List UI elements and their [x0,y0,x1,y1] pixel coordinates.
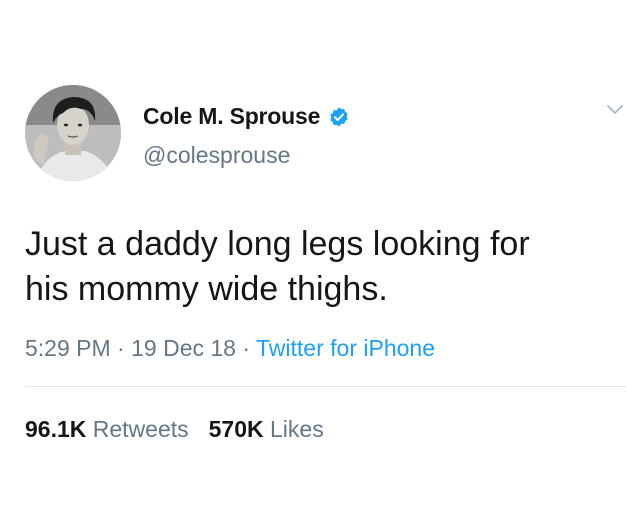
divider [25,386,627,387]
author-name-row[interactable]: Cole M. Sprouse [143,103,350,130]
tweet-source-link[interactable]: Twitter for iPhone [256,335,435,361]
tweet-text-line: Just a daddy long legs looking for [25,225,530,263]
retweets-count: 96.1K [25,416,87,442]
retweets-stat[interactable]: 96.1K Retweets [25,416,189,443]
avatar[interactable] [25,85,121,181]
tweet-card: Cole M. Sprouse @colesprouse Just a dadd… [0,0,640,527]
likes-label: Likes [270,416,324,442]
meta-separator: · [242,335,251,361]
tweet-text-line: his mommy wide thighs. [25,270,388,308]
tweet-date[interactable]: 19 Dec 18 [131,335,236,361]
author-handle[interactable]: @colesprouse [143,142,290,169]
meta-separator: · [117,335,125,361]
verified-badge-icon [330,106,348,127]
likes-stat[interactable]: 570K Likes [209,416,324,443]
chevron-down-icon[interactable] [606,104,624,116]
tweet-meta: 5:29 PM · 19 Dec 18 · Twitter for iPhone [25,335,435,362]
tweet-text: Just a daddy long legs looking for his m… [25,222,625,312]
avatar-photo [25,85,121,181]
tweet-stats: 96.1K Retweets 570K Likes [25,416,324,443]
retweets-label: Retweets [92,416,189,442]
tweet-time[interactable]: 5:29 PM [25,335,111,361]
author-display-name[interactable]: Cole M. Sprouse [143,103,320,130]
likes-count: 570K [208,416,264,442]
